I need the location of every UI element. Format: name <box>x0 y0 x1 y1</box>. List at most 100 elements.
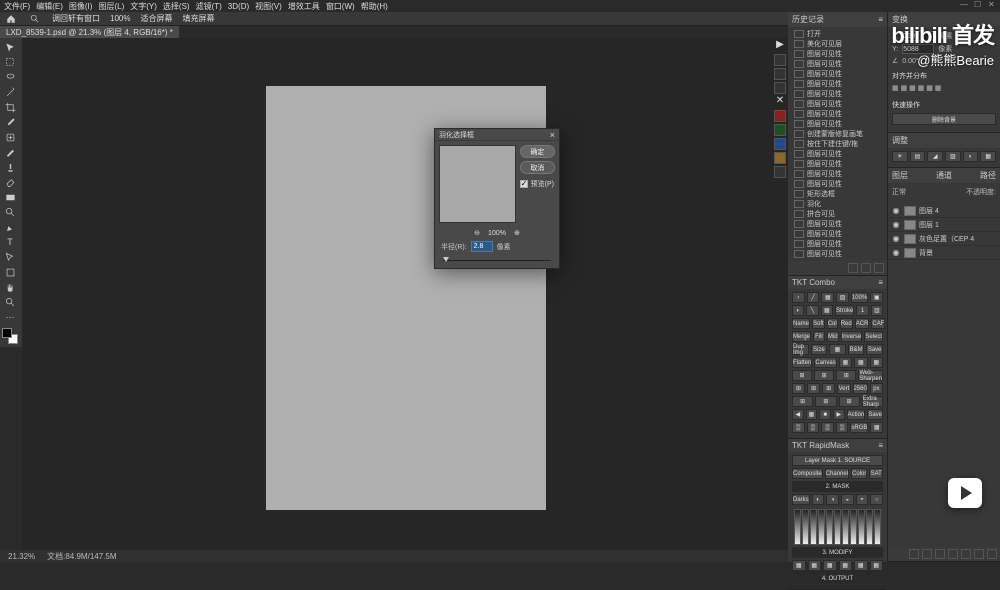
history-item[interactable]: 图层可见性 <box>790 249 885 259</box>
layer-row[interactable]: ◉灰色足置（CEP 4 <box>888 232 1000 246</box>
tkt-btn[interactable]: CAF <box>871 318 885 329</box>
cancel-button[interactable]: 取消 <box>520 161 555 174</box>
history-item[interactable]: 打开 <box>790 29 885 39</box>
tkt-btn[interactable]: Mid <box>827 331 839 342</box>
tkt-btn[interactable]: ▒ <box>792 422 805 433</box>
adjustment-icon[interactable] <box>948 549 958 559</box>
tkt-btn[interactable]: Merge <box>792 331 811 342</box>
layer-row[interactable]: ◉图层 1 <box>888 218 1000 232</box>
tkt-btn[interactable]: ◐ <box>812 494 825 505</box>
tkt-btn[interactable]: ▦ <box>870 422 883 433</box>
tkt-btn[interactable]: ◀ <box>792 409 804 420</box>
tkt-btn[interactable]: px <box>870 383 883 394</box>
adj-icon[interactable]: ☀ <box>892 151 908 162</box>
tkt-btn[interactable]: 2560 <box>853 383 868 394</box>
home-icon[interactable] <box>4 14 18 24</box>
tkt-btn[interactable]: ⊞ <box>836 370 856 381</box>
close-icon[interactable]: ✕ <box>988 0 998 10</box>
menu-item[interactable]: 视图(V) <box>255 1 282 12</box>
tkt-btn[interactable]: Red <box>840 318 853 329</box>
tkt-btn[interactable]: ‹ <box>792 292 805 303</box>
tkt-btn[interactable]: Select <box>864 331 883 342</box>
history-new-icon[interactable] <box>848 263 858 273</box>
tkt-btn[interactable]: ⊞ <box>814 370 834 381</box>
opt-resize-all[interactable]: 调回轩有窗口 <box>52 13 100 24</box>
tkt-btn[interactable]: ▒ <box>821 422 834 433</box>
menu-item[interactable]: 窗口(W) <box>326 1 355 12</box>
strip-icon[interactable] <box>774 138 786 150</box>
adj-icon[interactable]: ▨ <box>945 151 961 162</box>
tkt-btn[interactable]: Dup Img <box>792 344 809 355</box>
adj-icon[interactable]: ◐ <box>963 151 979 162</box>
tkt-btn[interactable]: Darks <box>792 494 810 505</box>
fg-color[interactable] <box>2 328 12 338</box>
tkt-btn[interactable]: ACR <box>855 318 870 329</box>
tkt-btn[interactable]: ▦ <box>870 357 883 368</box>
heal-tool[interactable] <box>1 130 19 144</box>
tkt-btn[interactable]: ╱ <box>807 292 820 303</box>
mask-icon[interactable] <box>935 549 945 559</box>
tkt-btn[interactable]: ▦ <box>839 357 852 368</box>
gradient-tool[interactable] <box>1 190 19 204</box>
history-item[interactable]: 图层可见性 <box>790 159 885 169</box>
close-icon[interactable]: ✕ <box>774 96 786 108</box>
adj-icon[interactable]: ▦ <box>980 151 996 162</box>
history-item[interactable]: 图层可见性 <box>790 149 885 159</box>
tab-paths[interactable]: 路径 <box>980 170 996 181</box>
layer-row[interactable]: ◉背景 <box>888 246 1000 260</box>
group-icon[interactable] <box>961 549 971 559</box>
trash-icon[interactable] <box>874 263 884 273</box>
strip-icon[interactable] <box>774 54 786 66</box>
history-item[interactable]: 图层可见性 <box>790 219 885 229</box>
play-button[interactable] <box>948 478 982 508</box>
zone-sliders[interactable] <box>792 507 883 547</box>
opt-zoom-value[interactable]: 100% <box>110 14 130 23</box>
strip-icon[interactable] <box>774 166 786 178</box>
new-layer-icon[interactable] <box>974 549 984 559</box>
tkt-btn[interactable]: 100% <box>851 292 868 303</box>
tkt-btn[interactable]: ▦ <box>829 344 846 355</box>
visibility-icon[interactable]: ◉ <box>891 248 901 257</box>
tkt-btn[interactable]: ⊞ <box>807 383 820 394</box>
history-item[interactable]: 创建蒙版修复画笔 <box>790 129 885 139</box>
canvas-area[interactable]: ▶ ✕ <box>22 38 788 550</box>
tab-layers[interactable]: 图层 <box>892 170 908 181</box>
tkt-btn[interactable]: ○ <box>870 494 883 505</box>
menu-item[interactable]: 文字(Y) <box>130 1 157 12</box>
tkt-btn[interactable]: ⊞ <box>792 396 813 407</box>
menu-item[interactable]: 文件(F) <box>4 1 30 12</box>
opt-fill-screen[interactable]: 填充屏幕 <box>182 13 214 24</box>
ellipsis-icon[interactable]: ⋯ <box>1 310 19 324</box>
tkt-btn[interactable]: ■ <box>819 409 831 420</box>
menu-item[interactable]: 滤镜(T) <box>196 1 222 12</box>
shape-tool[interactable] <box>1 265 19 279</box>
dodge-tool[interactable] <box>1 205 19 219</box>
tkt-btn[interactable]: ▒ <box>836 422 849 433</box>
tkt-btn[interactable]: Flatten <box>792 357 812 368</box>
strip-icon[interactable] <box>774 152 786 164</box>
tkt-btn[interactable]: B&M <box>848 344 865 355</box>
tkt-btn[interactable]: ◐ <box>792 305 804 316</box>
tkt-btn[interactable]: Action <box>847 409 866 420</box>
history-item[interactable]: 图层可见性 <box>790 49 885 59</box>
tkt-btn[interactable]: ◓ <box>856 494 869 505</box>
history-item[interactable]: 拼合可见 <box>790 209 885 219</box>
history-item[interactable]: 图层可见性 <box>790 99 885 109</box>
radius-input[interactable] <box>471 241 493 252</box>
tkt-btn[interactable]: Color <box>851 468 867 479</box>
tkt-btn[interactable]: Save <box>867 409 883 420</box>
tkt-btn[interactable]: ⊞ <box>839 396 860 407</box>
tkt-btn[interactable]: ▨ <box>836 292 849 303</box>
move-tool[interactable] <box>1 40 19 54</box>
blend-mode[interactable]: 正常 <box>892 187 906 197</box>
history-item[interactable]: 矩形选框 <box>790 189 885 199</box>
pen-tool[interactable] <box>1 220 19 234</box>
history-item[interactable]: 图层可见性 <box>790 109 885 119</box>
tkt-btn[interactable]: ⊞ <box>815 396 836 407</box>
menu-item[interactable]: 编辑(E) <box>36 1 63 12</box>
history-item[interactable]: 图层可见性 <box>790 229 885 239</box>
ok-button[interactable]: 确定 <box>520 145 555 158</box>
tkt-btn[interactable]: ▥ <box>871 305 883 316</box>
visibility-icon[interactable]: ◉ <box>891 220 901 229</box>
strip-icon[interactable] <box>774 124 786 136</box>
